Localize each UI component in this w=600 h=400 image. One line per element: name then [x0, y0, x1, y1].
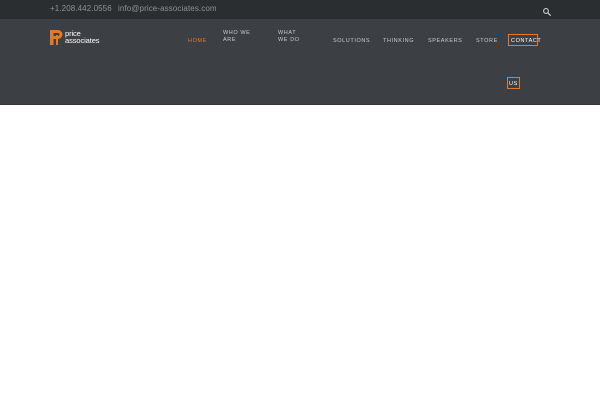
- top-bar: +1.208.442.0556 info@price-associates.co…: [0, 0, 600, 19]
- search-icon[interactable]: [542, 4, 552, 16]
- nav-who-we-are[interactable]: WHO WE ARE: [223, 30, 253, 44]
- logo[interactable]: price associates: [50, 30, 110, 46]
- nav-store[interactable]: STORE: [476, 38, 498, 45]
- nav-contact[interactable]: CONTACT: [511, 38, 541, 45]
- email-link[interactable]: info@price-associates.com: [118, 4, 217, 13]
- nav-what-we-do[interactable]: WHAT WE DO: [278, 30, 308, 44]
- nav-thinking[interactable]: THINKING: [383, 38, 414, 45]
- phone-number[interactable]: +1.208.442.0556: [50, 4, 112, 13]
- nav-solutions[interactable]: SOLUTIONS: [333, 38, 370, 45]
- price-associates-logo-mark: [50, 30, 63, 45]
- logo-text-line2: associates: [65, 36, 100, 45]
- page-content: [0, 105, 600, 400]
- nav-contact-us[interactable]: US: [509, 81, 518, 88]
- nav-home[interactable]: HOME: [188, 38, 207, 45]
- site-header: price associates HOME WHO WE ARE WHAT WE…: [0, 19, 600, 105]
- nav-speakers[interactable]: SPEAKERS: [428, 38, 462, 45]
